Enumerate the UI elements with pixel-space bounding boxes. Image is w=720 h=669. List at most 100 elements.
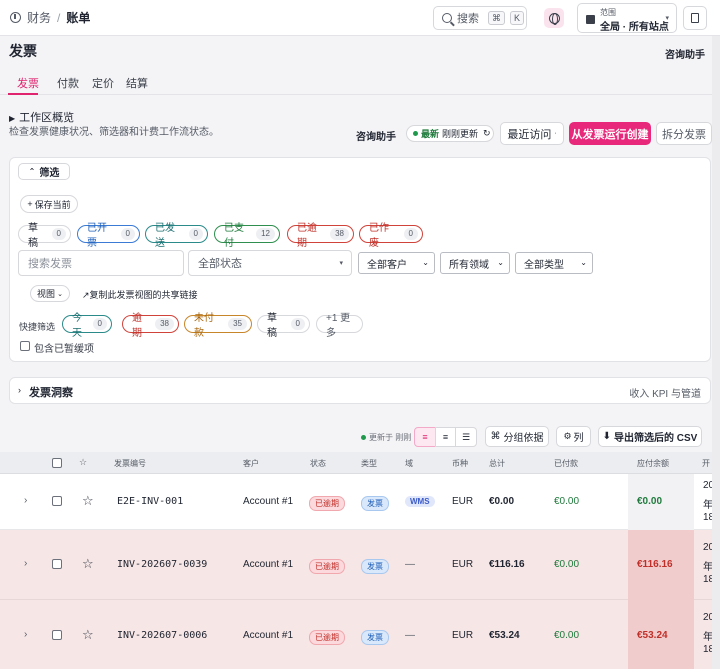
column-header[interactable]: 开 — [702, 458, 710, 469]
column-header[interactable]: 应付余额 — [637, 458, 669, 469]
split-invoice-button[interactable]: 拆分发票 — [656, 122, 712, 145]
search-button[interactable]: 搜索 ⌘ K — [433, 6, 527, 30]
save-current-button[interactable]: + 保存当前 — [20, 195, 78, 213]
column-header[interactable]: 域 — [405, 458, 413, 469]
active-tab-indicator — [8, 93, 38, 95]
consult-assistant-button[interactable]: 咨询助手 — [356, 128, 396, 143]
status-select[interactable]: 全部状态 ▾ — [188, 250, 352, 276]
more-quick-filters-button[interactable]: +1 更多 — [316, 313, 363, 339]
run-create-button[interactable]: 从发票运行创建 — [569, 122, 651, 145]
list-dense-icon: ≡ — [422, 432, 428, 442]
breadcrumb-section[interactable]: 财务 — [27, 9, 51, 26]
breadcrumb-separator: / — [57, 10, 61, 25]
tab-settlement[interactable]: 结算 — [126, 75, 148, 91]
pill-count: 0 — [92, 318, 107, 330]
table-row[interactable]: › ☆ INV-202607-0039 Account #1 已逾期 发票 — … — [0, 530, 714, 600]
scrollbar-track[interactable] — [712, 36, 720, 669]
star-icon[interactable]: ☆ — [82, 493, 94, 509]
chevron-right-icon: › — [18, 385, 21, 395]
view-menu-button[interactable]: 视图 ⌄ — [30, 285, 70, 302]
breadcrumb-current: 账单 — [66, 11, 91, 25]
freshness-indicator[interactable]: 最新 刚刚更新 ↻ — [406, 125, 494, 142]
columns-button[interactable]: ⚙ 列 — [556, 426, 591, 447]
status-pill-invoiced[interactable]: 已开票 0 — [77, 223, 140, 249]
row-checkbox[interactable] — [52, 559, 62, 569]
status-pill-paid[interactable]: 已支付 12 — [214, 223, 280, 249]
status-dot-icon — [361, 435, 366, 440]
type-select-value: 全部类型 — [524, 259, 564, 271]
status-badge: 已逾期 — [309, 559, 345, 574]
expand-row-icon[interactable]: › — [24, 495, 27, 506]
document-button[interactable] — [683, 6, 707, 30]
invoice-number[interactable]: E2E-INV-001 — [117, 496, 183, 507]
chevron-down-icon: · — [554, 130, 557, 137]
status-pill-sent[interactable]: 已发送 0 — [145, 223, 208, 249]
column-header[interactable]: 币种 — [452, 458, 468, 469]
domain-select[interactable]: 所有领域 ⌄ — [440, 252, 510, 274]
status-pill-draft[interactable]: 草稿 0 — [18, 223, 71, 249]
row-checkbox[interactable] — [52, 496, 62, 506]
status-pill-void[interactable]: 已作废 0 — [359, 223, 423, 249]
star-icon[interactable]: ☆ — [82, 627, 94, 643]
updated-indicator: 更新于 刚刚 — [361, 432, 411, 443]
type-select[interactable]: 全部类型 ⌄ — [515, 252, 593, 274]
globe-button[interactable] — [544, 8, 564, 28]
invoice-insights-panel[interactable]: › 发票洞察 收入 KPI 与管道 — [9, 377, 711, 404]
domain-cell: — — [405, 630, 415, 641]
total-cell: €53.24 — [489, 630, 520, 641]
quick-pill-unpaid[interactable]: 未付款 35 — [184, 313, 252, 339]
density-comfortable-button[interactable]: ☰ — [455, 427, 477, 447]
globe-icon — [548, 12, 560, 25]
row-checkbox[interactable] — [52, 630, 62, 640]
tab-invoices[interactable]: 发票 — [17, 75, 39, 91]
pill-count: 0 — [120, 228, 135, 240]
pill-count: 0 — [403, 228, 418, 240]
currency-cell: EUR — [452, 630, 474, 641]
select-all-checkbox[interactable] — [52, 458, 62, 468]
column-header[interactable]: 已付款 — [554, 458, 578, 469]
include-archived-label: 包含已暂缓项 — [34, 344, 94, 355]
export-csv-button[interactable]: ⬇ 导出筛选后的 CSV — [598, 426, 702, 447]
insights-subtitle: 收入 KPI 与管道 — [629, 389, 701, 400]
view-label: 视图 — [37, 289, 56, 299]
scope-selector[interactable]: 范围 全局 · 所有站点 ▾ — [577, 3, 677, 33]
quick-pill-today[interactable]: 今天 0 — [62, 313, 112, 339]
tab-payments[interactable]: 付款 — [57, 75, 79, 91]
density-compact-button[interactable]: ≡ — [414, 427, 436, 447]
invoice-number[interactable]: INV-202607-0006 — [117, 630, 207, 641]
column-header[interactable]: 发票编号 — [114, 458, 146, 469]
column-header[interactable]: 总计 — [489, 458, 505, 469]
quick-pill-overdue[interactable]: 逾期 38 — [122, 313, 179, 339]
status-select-value: 全部状态 — [198, 258, 242, 270]
quick-filter-label: 快捷筛选 — [19, 322, 56, 332]
status-pill-overdue[interactable]: 已逾期 38 — [287, 223, 354, 249]
tab-pricing[interactable]: 定价 — [92, 75, 114, 91]
share-link-button[interactable]: ↗复制此发票视图的共享链接 — [82, 288, 198, 301]
document-icon — [691, 13, 699, 23]
recent-visits-button[interactable]: 最近访问 · — [500, 122, 564, 145]
shortcut-key-cmd: ⌘ — [488, 11, 505, 25]
chevron-down-icon: ⌄ — [580, 258, 587, 267]
expand-row-icon[interactable]: › — [24, 558, 27, 569]
refresh-icon: ↻ — [483, 128, 491, 138]
consult-assistant-link[interactable]: 咨询助手 — [665, 46, 705, 61]
currency-cell: EUR — [452, 559, 474, 570]
workspace-subtitle: 检查发票健康状况、筛选器和计费工作流状态。 — [9, 127, 219, 138]
column-header[interactable]: 类型 — [361, 458, 377, 469]
table-row[interactable]: › ☆ INV-202607-0006 Account #1 已逾期 发票 — … — [0, 600, 714, 669]
quick-pill-draft[interactable]: 草稿 0 — [257, 313, 310, 339]
breadcrumb: 财务 / 账单 — [10, 9, 90, 26]
column-header[interactable]: 状态 — [310, 458, 326, 469]
density-normal-button[interactable]: ≡ — [435, 427, 456, 447]
include-archived-checkbox[interactable] — [20, 341, 30, 351]
invoice-search-input[interactable]: 搜索发票 — [18, 250, 184, 276]
customer-select[interactable]: 全部客户 ⌄ — [358, 252, 435, 274]
expand-row-icon[interactable]: › — [24, 629, 27, 640]
star-icon[interactable]: ☆ — [82, 556, 94, 572]
column-header[interactable]: 客户 — [243, 458, 259, 469]
filter-collapse-button[interactable]: ⌃ 筛选 — [18, 163, 70, 180]
group-by-label: 分组依据 — [503, 433, 544, 444]
table-row[interactable]: › ☆ E2E-INV-001 Account #1 已逾期 发票 WMS EU… — [0, 474, 714, 530]
group-by-button[interactable]: ⌘ 分组依据 — [485, 426, 549, 447]
invoice-number[interactable]: INV-202607-0039 — [117, 559, 207, 570]
